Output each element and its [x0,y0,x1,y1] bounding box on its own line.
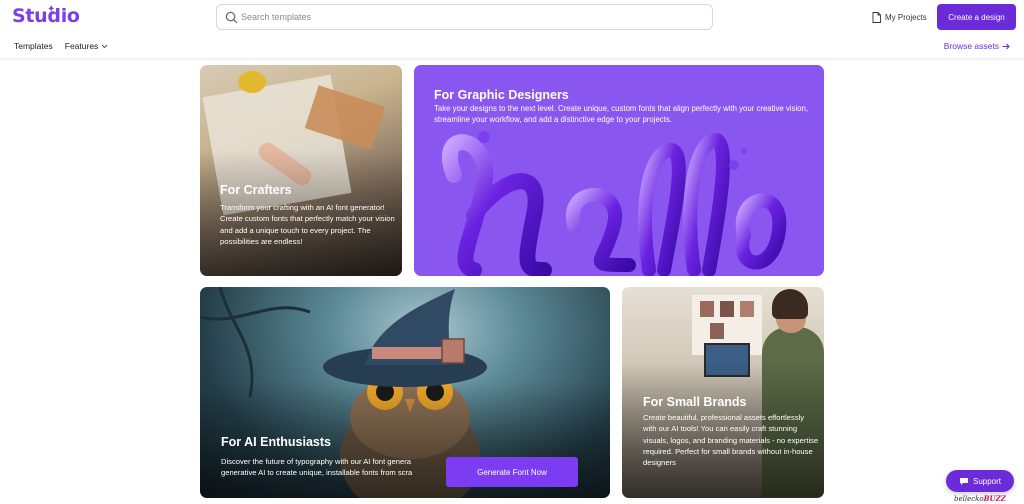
my-projects-label: My Projects [885,12,927,22]
card-ai-enthusiasts[interactable]: For AI Enthusiasts Discover the future o… [200,287,610,498]
card-title: For Small Brands [643,395,747,409]
sub-navigation: Templates Features Browse assets [0,33,1024,59]
card-description: Create beautiful, professional assets ef… [643,413,819,468]
watermark-suffix: BUZZ [983,494,1006,503]
card-title: For Graphic Designers [434,88,569,102]
search-input[interactable] [241,5,701,29]
support-button[interactable]: Support [946,470,1014,492]
browse-assets-link[interactable]: Browse assets [944,41,1010,51]
description-line: Discover the future of typography with o… [221,457,411,466]
document-icon [872,11,881,23]
card-description: Discover the future of typography with o… [221,456,451,479]
card-description: Transform your crafting with an AI font … [220,203,395,246]
studio-logo[interactable]: Studio ✦ [12,4,80,27]
nav-templates[interactable]: Templates [14,41,53,51]
description-line: generative AI to create unique, installa… [221,468,413,478]
my-projects-link[interactable]: My Projects [872,9,927,25]
search-icon [225,11,238,24]
watermark-prefix: bellecko [954,495,984,503]
nav-features-label: Features [64,41,99,51]
create-design-button[interactable]: Create a design [937,4,1016,30]
support-label: Support [972,476,1002,486]
card-small-brands[interactable]: For Small Brands Create beautiful, profe… [622,287,824,498]
chat-bubble-icon [959,477,968,485]
watermark: belleckoBUZZ [954,494,1006,503]
top-header: Studio ✦ My Projects Create a design [0,0,1024,33]
generate-font-button[interactable]: Generate Font Now [446,457,578,487]
arrow-right-icon [1002,43,1010,49]
card-title: For AI Enthusiasts [221,435,331,449]
chevron-down-icon [101,44,108,48]
sparkle-icon: ✦ [47,4,56,15]
card-crafters[interactable]: For Crafters Transform your crafting wit… [200,65,402,276]
nav-features-dropdown[interactable]: Features [65,41,109,51]
browse-assets-label: Browse assets [943,41,999,51]
card-title: For Crafters [220,183,292,197]
search-bar[interactable] [216,4,713,30]
card-graphic-designers[interactable]: For Graphic Designers Take your designs … [414,65,824,276]
card-description: Take your designs to the next level. Cre… [434,104,809,125]
logo-text: Studio [12,5,80,27]
